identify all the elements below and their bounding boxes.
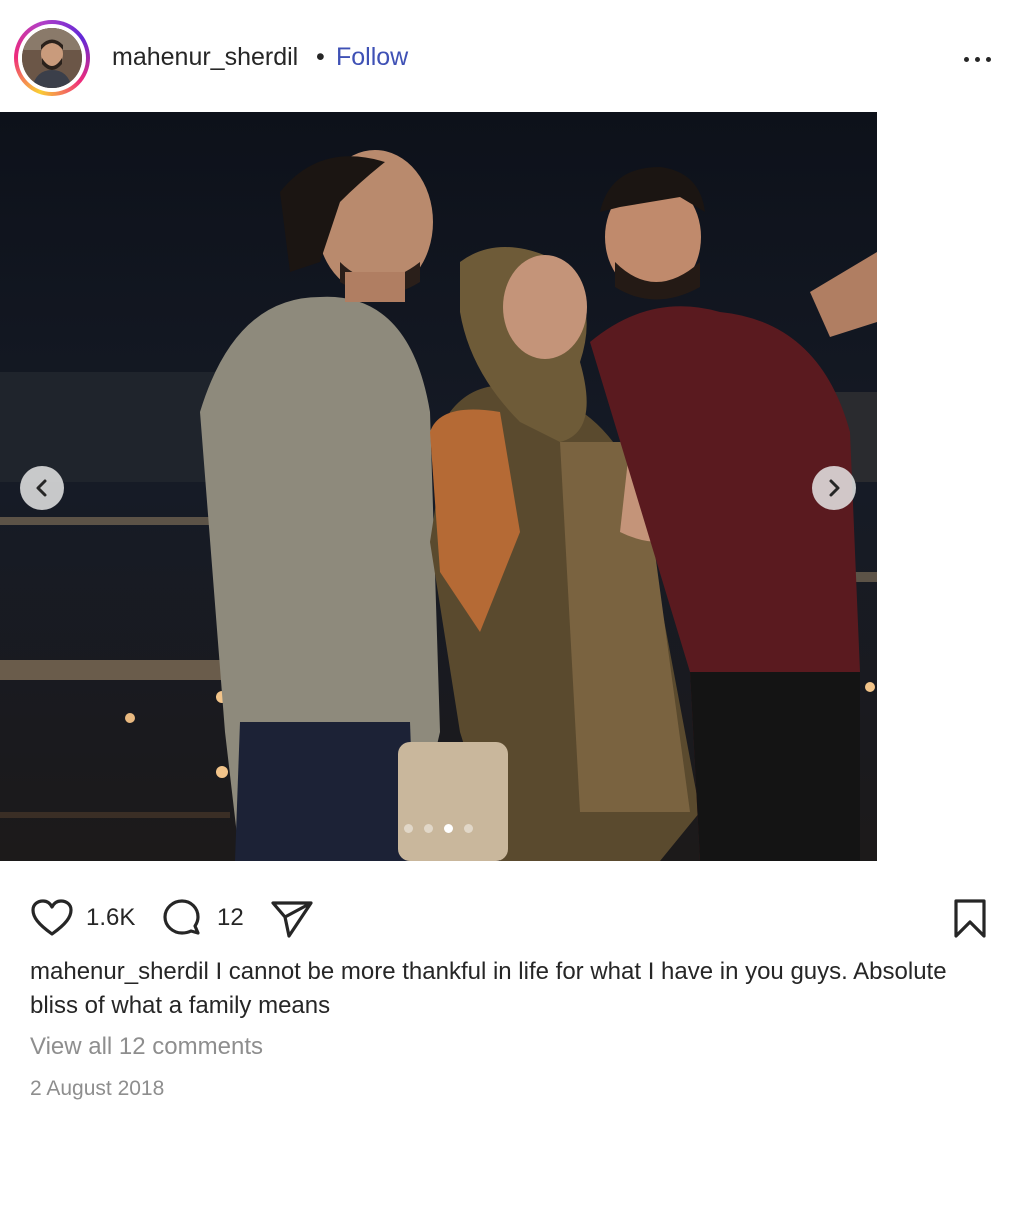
comments-count: 12 xyxy=(217,904,244,931)
carousel-dot-active xyxy=(444,824,453,833)
like-button[interactable] xyxy=(30,898,74,938)
comment-button[interactable] xyxy=(160,897,204,941)
post-photo-illustration xyxy=(0,112,877,861)
save-button[interactable] xyxy=(952,898,988,940)
carousel-indicator xyxy=(402,822,482,834)
caption-username[interactable]: mahenur_sherdil xyxy=(30,958,209,985)
chevron-left-icon xyxy=(36,479,47,497)
bookmark-icon xyxy=(954,899,986,938)
carousel-dot xyxy=(464,824,473,833)
action-bar: 1.6K 12 xyxy=(0,890,1024,946)
carousel-dot xyxy=(424,824,433,833)
post-header: mahenur_sherdil • Follow xyxy=(0,0,1024,112)
likes-count: 1.6K xyxy=(86,904,136,931)
follow-button[interactable]: Follow xyxy=(336,40,408,74)
carousel-prev-button[interactable] xyxy=(20,466,64,510)
username[interactable]: mahenur_sherdil xyxy=(112,40,298,74)
carousel-next-button[interactable] xyxy=(812,466,856,510)
avatar[interactable] xyxy=(14,20,90,96)
send-icon xyxy=(271,901,313,938)
more-dot xyxy=(964,57,969,62)
more-options-button[interactable] xyxy=(958,44,998,74)
share-button[interactable] xyxy=(270,898,314,940)
more-dot xyxy=(975,57,980,62)
post-photo[interactable] xyxy=(0,112,877,861)
heart-icon xyxy=(31,899,73,936)
avatar-image xyxy=(22,28,82,88)
comment-icon xyxy=(163,899,200,935)
caption: mahenur_sherdil I cannot be more thankfu… xyxy=(30,955,970,1023)
separator-dot: • xyxy=(316,43,325,71)
avatar-frame xyxy=(18,24,86,92)
view-all-comments-link[interactable]: View all 12 comments xyxy=(30,1030,263,1064)
more-dot xyxy=(986,57,991,62)
chevron-right-icon xyxy=(829,479,840,497)
carousel-dot xyxy=(404,824,413,833)
post-date: 2 August 2018 xyxy=(30,1077,165,1100)
